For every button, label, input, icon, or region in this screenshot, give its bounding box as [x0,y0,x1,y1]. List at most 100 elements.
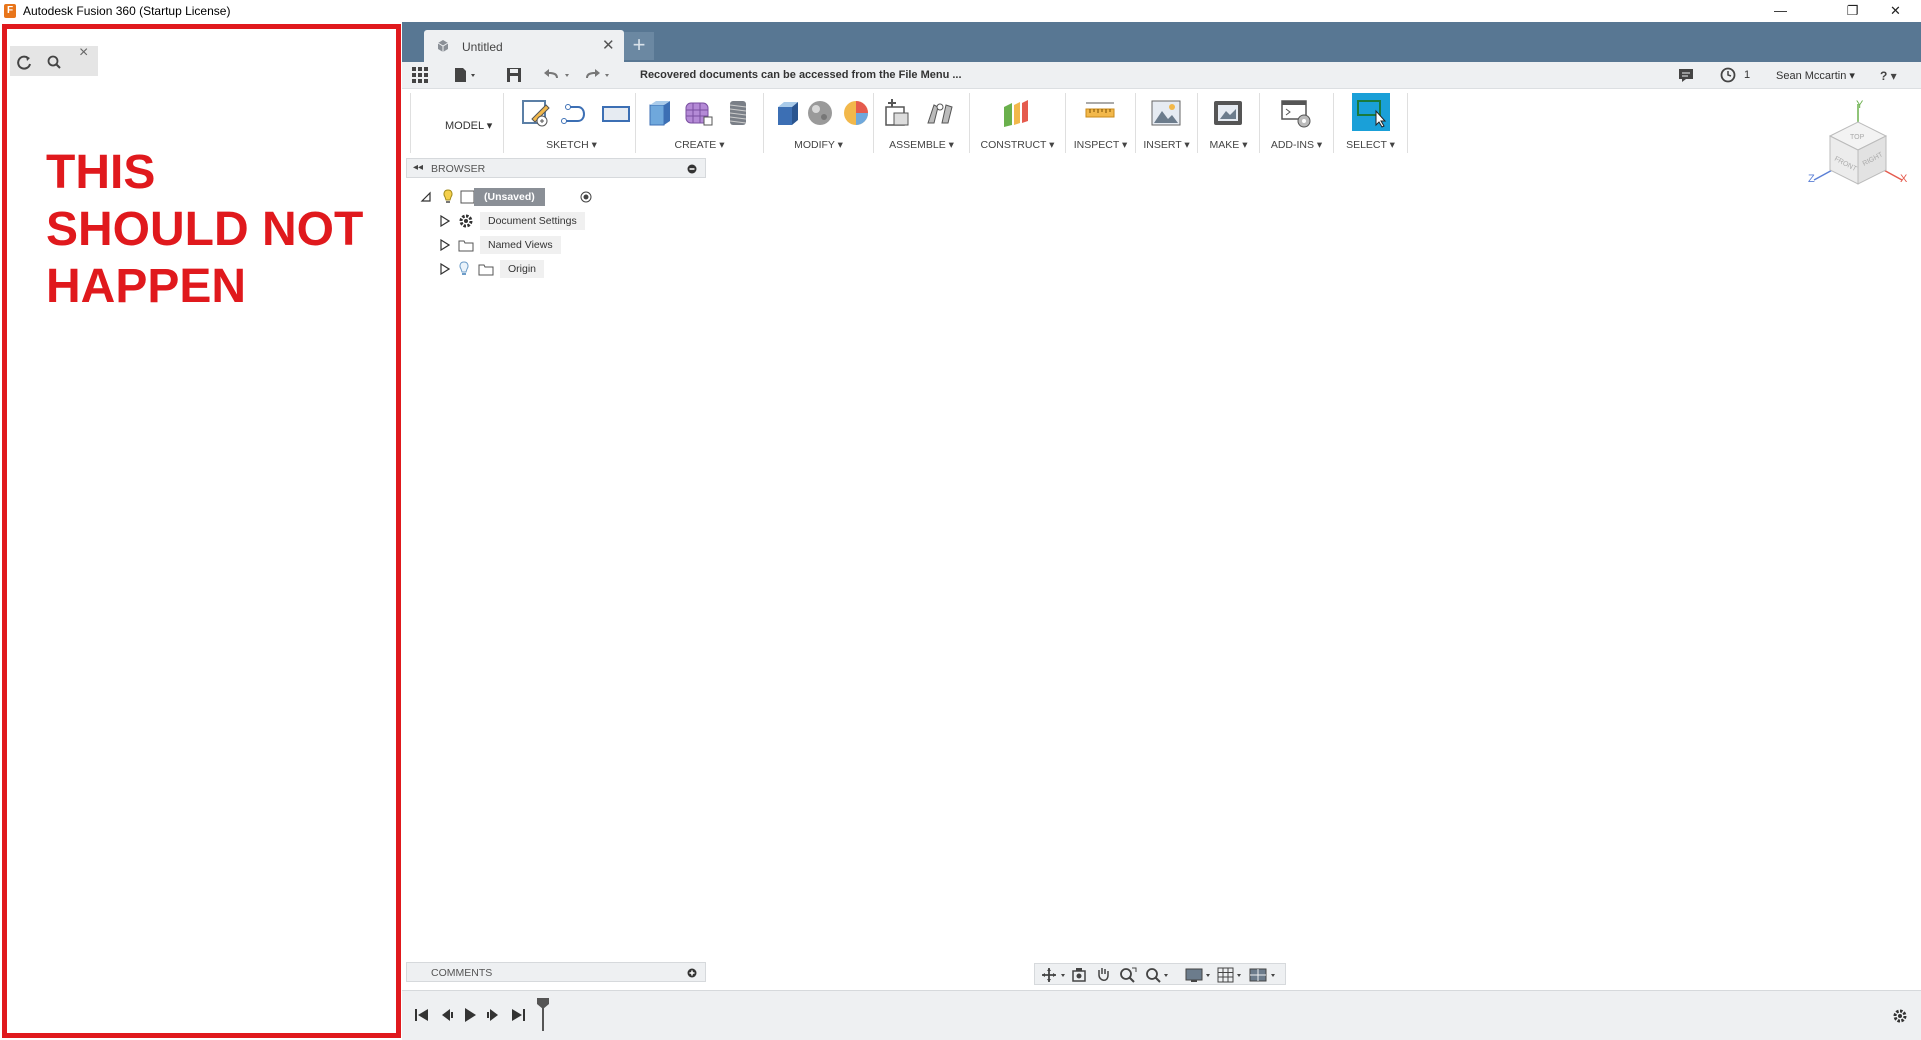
assemble-group[interactable]: ASSEMBLE ▾ [874,93,970,153]
viewports-icon[interactable] [1249,967,1279,983]
close-tab-button[interactable]: ✕ [602,36,615,54]
measure-icon[interactable] [1084,97,1116,129]
tree-row-origin[interactable]: Origin [440,260,640,278]
visibility-bulb-icon[interactable] [442,189,454,205]
insert-group[interactable]: INSERT ▾ [1136,93,1198,153]
visibility-bulb-off-icon[interactable] [458,261,470,277]
tree-row-root[interactable]: (Unsaved) [420,188,620,206]
viewcube[interactable]: Y X Z TOP FRONT RIGHT [1808,98,1908,208]
create-group[interactable]: CREATE ▾ [636,93,764,153]
help-menu-button[interactable]: ? ▾ [1880,66,1897,86]
recovered-documents-message: Recovered documents can be accessed from… [640,69,962,81]
undo-icon[interactable] [544,67,574,87]
user-account-menu[interactable]: Sean Mccartin ▾ [1776,69,1855,82]
physical-material-icon[interactable] [840,97,872,129]
tree-label-origin: Origin [500,260,545,278]
tree-label-named-views: Named Views [480,236,561,254]
play-icon[interactable] [460,1005,480,1025]
close-window-button[interactable]: ✕ [1873,0,1918,22]
coil-icon[interactable] [722,97,754,129]
pan-hand-icon[interactable] [1095,966,1111,984]
expand-triangle-icon[interactable] [440,215,450,227]
display-settings-icon[interactable] [1185,967,1213,983]
axis-y-label: Y [1856,99,1864,111]
tree-label-root: (Unsaved) [474,188,545,206]
workspace-label: MODEL ▾ [445,120,493,132]
restore-button[interactable]: ❐ [1830,0,1875,22]
make-group-label: MAKE ▾ [1209,139,1248,151]
extrude-icon[interactable] [644,97,676,129]
zoom-icon[interactable] [1119,967,1137,983]
close-panel-button[interactable]: × [79,44,88,62]
browser-header[interactable]: ◂◂ BROWSER [406,158,706,178]
save-icon[interactable] [506,67,522,87]
go-to-start-icon[interactable] [412,1005,432,1025]
joint-icon[interactable] [924,97,956,129]
look-at-icon[interactable] [1071,967,1087,983]
search-people-icon[interactable] [46,54,62,70]
ribbon-toolbar: MODEL ▾ SKETCH ▾ CREATE ▾ MODIFY ▾ ASSEM… [402,89,1921,156]
title-bar: F Autodesk Fusion 360 (Startup License) … [0,0,1921,22]
refresh-icon[interactable] [16,54,32,70]
comments-panel[interactable]: COMMENTS [406,962,706,982]
tab-untitled[interactable]: Untitled ✕ [424,30,624,62]
window-title: Autodesk Fusion 360 (Startup License) [23,4,231,18]
modify-group-label: MODIFY ▾ [794,139,843,151]
add-ins-group-label: ADD-INS ▾ [1270,139,1323,151]
select-tool-icon[interactable] [1352,93,1390,131]
insert-image-icon[interactable] [1150,97,1182,129]
modify-group[interactable]: MODIFY ▾ [764,93,874,153]
axis-x-label: X [1900,173,1908,185]
line-tool-icon[interactable] [560,97,592,129]
warning-annotation: THIS SHOULD NOT HAPPEN [46,146,364,313]
data-panel-grid-icon[interactable] [412,67,428,87]
offset-plane-icon[interactable] [1000,97,1032,129]
scripts-addins-icon[interactable] [1280,97,1312,129]
grid-settings-icon[interactable] [1217,967,1245,983]
minimize-button[interactable]: — [1758,0,1803,22]
create-sketch-icon[interactable] [520,97,552,129]
notifications-icon[interactable] [1678,67,1694,87]
appearance-icon[interactable] [804,97,836,129]
rectangle-tool-icon[interactable] [600,97,632,129]
add-ins-group[interactable]: ADD-INS ▾ [1260,93,1334,153]
new-tab-button[interactable]: + [624,32,654,60]
design-document-icon [437,40,449,52]
create-form-icon[interactable] [682,97,714,129]
job-status-clock-icon[interactable] [1720,67,1736,87]
expand-triangle-icon[interactable] [440,239,450,251]
file-menu-icon[interactable] [454,67,478,87]
fit-zoom-icon[interactable] [1145,967,1171,983]
timeline-marker-handle[interactable] [536,997,550,1033]
browser-collapse-icon[interactable] [687,164,697,174]
construct-group[interactable]: CONSTRUCT ▾ [970,93,1066,153]
sketch-group-label: SKETCH ▾ [546,139,597,151]
comments-title: COMMENTS [431,967,493,979]
step-forward-icon[interactable] [484,1005,504,1025]
select-group[interactable]: SELECT ▾ [1334,93,1408,153]
orbit-icon[interactable] [1041,967,1067,983]
workspace-switcher[interactable]: MODEL ▾ [410,93,504,153]
make-group[interactable]: MAKE ▾ [1198,93,1260,153]
empty-data-panel: × THIS SHOULD NOT HAPPEN [0,22,402,1040]
add-comment-icon[interactable] [687,968,697,978]
timeline-settings-gear-icon[interactable] [1892,1008,1908,1024]
redo-icon[interactable] [584,67,614,87]
tree-row-document-settings[interactable]: Document Settings [440,212,640,230]
tree-row-named-views[interactable]: Named Views [440,236,640,254]
step-back-icon[interactable] [436,1005,456,1025]
collapse-triangle-icon[interactable] [420,191,432,203]
activate-radio-icon[interactable] [580,191,592,203]
sketch-group[interactable]: SKETCH ▾ [508,93,636,153]
axis-z-label: Z [1808,173,1815,185]
go-to-end-icon[interactable] [508,1005,528,1025]
press-pull-icon[interactable] [770,97,802,129]
inspect-group[interactable]: INSPECT ▾ [1066,93,1136,153]
collapse-arrows-icon[interactable]: ◂◂ [413,162,423,173]
assemble-group-label: ASSEMBLE ▾ [889,139,954,151]
new-component-icon[interactable] [882,97,914,129]
3d-print-icon[interactable] [1212,97,1244,129]
job-status-count: 1 [1744,69,1751,81]
data-panel-toolbar: × [10,44,98,76]
expand-triangle-icon[interactable] [440,263,450,275]
